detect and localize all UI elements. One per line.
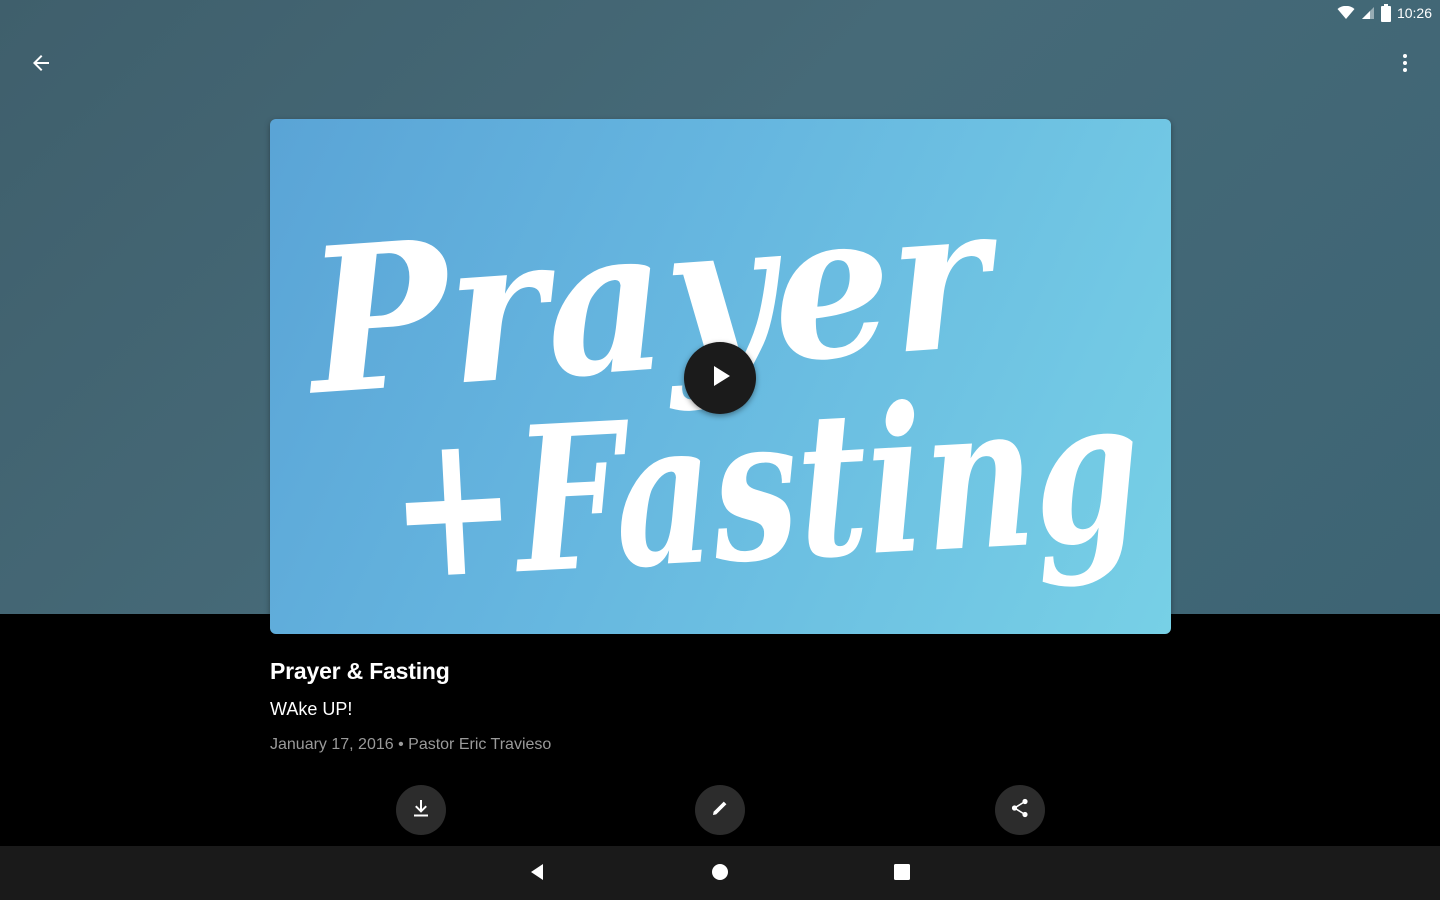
edit-notes-button[interactable] xyxy=(695,785,745,835)
status-bar: 10:26 xyxy=(0,0,1440,30)
nav-home-icon xyxy=(710,862,730,887)
nav-recents-icon xyxy=(892,862,912,887)
status-icons: 10:26 xyxy=(1337,4,1432,22)
wifi-icon xyxy=(1337,6,1355,20)
nav-recents-button[interactable] xyxy=(884,856,920,892)
status-time: 10:26 xyxy=(1396,5,1432,21)
sermon-date-speaker: January 17, 2016 • Pastor Eric Travieso xyxy=(270,736,552,753)
play-button[interactable] xyxy=(684,342,756,414)
nav-back-button[interactable] xyxy=(520,856,556,892)
download-icon xyxy=(409,796,433,825)
share-button[interactable] xyxy=(995,785,1045,835)
share-icon xyxy=(1008,796,1032,825)
nav-home-button[interactable] xyxy=(702,856,738,892)
system-navigation-bar xyxy=(0,846,1440,900)
edit-pencil-icon xyxy=(708,796,732,825)
nav-back-icon xyxy=(528,862,548,887)
overflow-menu-button[interactable] xyxy=(1382,42,1428,88)
sermon-title: Prayer & Fasting xyxy=(270,658,450,684)
signal-icon xyxy=(1361,6,1375,20)
battery-icon xyxy=(1380,4,1391,22)
play-icon xyxy=(706,362,734,395)
download-button[interactable] xyxy=(396,785,446,835)
sermon-detail-screen: 10:26 Prayer +Fasting Prayer & Fasting W… xyxy=(0,0,1440,900)
back-button[interactable] xyxy=(18,42,64,88)
series-name: WAke UP! xyxy=(270,699,353,719)
overflow-menu-icon xyxy=(1393,51,1417,80)
back-arrow-icon xyxy=(29,51,53,80)
artwork-line-2: +Fasting xyxy=(384,352,1145,626)
